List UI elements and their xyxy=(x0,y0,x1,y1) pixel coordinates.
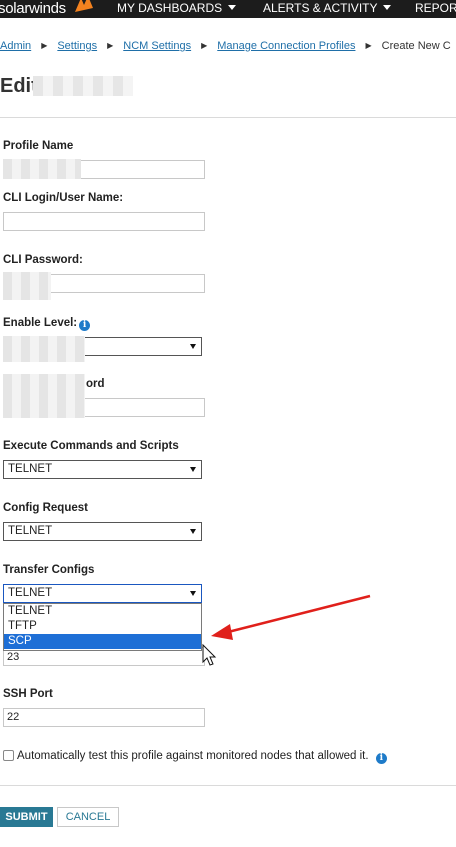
redacted-profile-name xyxy=(3,159,81,179)
info-icon[interactable]: i xyxy=(79,320,91,331)
dropdown-option-telnet[interactable]: TELNET xyxy=(4,604,201,619)
enable-password-label-visible: ord xyxy=(86,378,105,390)
chevron-down-icon xyxy=(190,467,196,472)
config-request-value: TELNET xyxy=(8,525,53,537)
breadcrumb-settings[interactable]: Settings xyxy=(57,40,97,52)
redacted-enable-level xyxy=(3,336,85,362)
enable-level-label: Enable Level: i xyxy=(3,317,91,331)
submit-button[interactable]: SUBMIT xyxy=(0,807,53,827)
profile-name-label: Profile Name xyxy=(3,140,74,152)
chevron-down-icon xyxy=(190,591,196,596)
redacted-password xyxy=(3,272,51,300)
logo-flame-icon xyxy=(75,0,93,12)
transfer-configs-value: TELNET xyxy=(8,587,53,599)
chevron-down-icon xyxy=(190,529,196,534)
transfer-configs-label: Transfer Configs xyxy=(3,564,95,576)
ssh-port-label: SSH Port xyxy=(3,688,53,700)
dropdown-option-scp[interactable]: SCP xyxy=(4,634,201,649)
breadcrumb-admin[interactable]: Admin xyxy=(0,40,31,52)
breadcrumb: Admin ▶ Settings ▶ NCM Settings ▶ Manage Conne… xyxy=(0,40,451,52)
info-icon[interactable]: i xyxy=(375,753,387,764)
nav-alerts-activity[interactable]: ALERTS & ACTIVITY xyxy=(263,1,392,15)
execute-commands-value: TELNET xyxy=(8,463,53,475)
redacted-enable-password xyxy=(3,374,85,418)
redacted-profile-title xyxy=(33,76,133,96)
nav-my-dashboards-label: MY DASHBOARDS xyxy=(117,1,223,15)
transfer-configs-dropdown-list: TELNET TFTP SCP xyxy=(3,603,202,651)
divider xyxy=(0,785,456,786)
execute-commands-select[interactable]: TELNET xyxy=(3,460,202,479)
config-request-label: Config Request xyxy=(3,502,88,514)
chevron-right-icon: ▶ xyxy=(365,41,372,50)
nav-reports[interactable]: REPORT xyxy=(415,1,456,15)
chevron-down-icon xyxy=(190,344,196,349)
transfer-configs-select[interactable]: TELNET xyxy=(3,584,202,603)
auto-test-checkbox[interactable] xyxy=(3,750,14,761)
breadcrumb-ncm-settings[interactable]: NCM Settings xyxy=(123,40,191,52)
config-request-select[interactable]: TELNET xyxy=(3,522,202,541)
solarwinds-logo[interactable]: solarwinds xyxy=(0,0,66,17)
nav-my-dashboards[interactable]: MY DASHBOARDS xyxy=(117,1,237,15)
chevron-down-icon xyxy=(228,5,237,10)
chevron-right-icon: ▶ xyxy=(41,41,48,50)
cli-login-input[interactable] xyxy=(3,212,205,231)
dropdown-option-tftp[interactable]: TFTP xyxy=(4,619,201,634)
red-arrow-icon xyxy=(211,594,371,640)
ssh-port-input[interactable]: 22 xyxy=(3,708,205,727)
auto-test-label-text: Automatically test this profile against … xyxy=(17,750,369,762)
execute-commands-label: Execute Commands and Scripts xyxy=(3,440,179,452)
top-navigation-bar: solarwinds MY DASHBOARDS ALERTS & ACTIVI… xyxy=(0,0,456,18)
breadcrumb-current: Create New C xyxy=(381,40,451,52)
enable-level-label-text: Enable Level: xyxy=(3,317,78,329)
telnet-port-value: 23 xyxy=(7,651,20,663)
cancel-button[interactable]: CANCEL xyxy=(57,807,119,827)
cli-password-label: CLI Password: xyxy=(3,254,83,266)
chevron-right-icon: ▶ xyxy=(107,41,114,50)
chevron-down-icon xyxy=(383,5,392,10)
divider xyxy=(0,117,456,118)
nav-alerts-activity-label: ALERTS & ACTIVITY xyxy=(263,1,378,15)
cli-login-label: CLI Login/User Name: xyxy=(3,192,124,204)
auto-test-label: Automatically test this profile against … xyxy=(17,750,387,764)
breadcrumb-manage-connection-profiles[interactable]: Manage Connection Profiles xyxy=(217,40,355,52)
chevron-right-icon: ▶ xyxy=(201,41,208,50)
nav-reports-label: REPORT xyxy=(415,1,456,15)
ssh-port-value: 22 xyxy=(7,711,20,723)
